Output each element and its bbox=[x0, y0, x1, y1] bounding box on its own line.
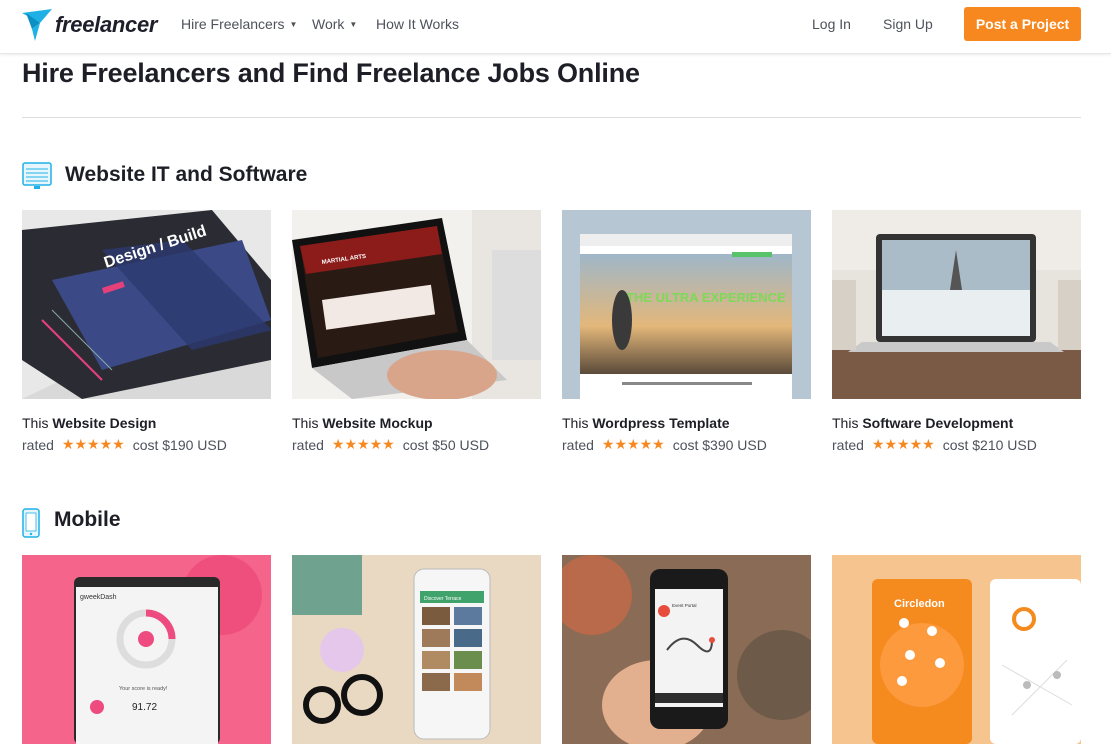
top-navigation-bar: freelancer Hire Freelancers ▼ Work ▼ How… bbox=[0, 0, 1111, 54]
mobile-card-circledon-app[interactable]: Circledon bbox=[832, 555, 1081, 744]
card-thumbnail[interactable]: Event Portal bbox=[562, 555, 811, 744]
nav-work[interactable]: Work ▼ bbox=[312, 0, 357, 48]
project-card-software-development[interactable]: This Software Development rated ★★★★★ co… bbox=[832, 210, 1081, 460]
cost-label: cost $390 USD bbox=[672, 436, 767, 453]
nav-how-it-works-label: How It Works bbox=[376, 16, 459, 32]
mobile-card-score-app[interactable]: gweekDash Your score is ready! 91.72 bbox=[22, 555, 271, 744]
login-link[interactable]: Log In bbox=[812, 0, 851, 48]
rated-label: rated bbox=[292, 436, 324, 453]
freelancer-bird-icon bbox=[22, 9, 52, 41]
caret-down-icon: ▼ bbox=[349, 19, 358, 29]
caption-prefix: This bbox=[22, 415, 49, 431]
thumb-score-value: 91.72 bbox=[132, 702, 157, 713]
card-thumbnail[interactable]: THE ULTRA EXPERIENCE bbox=[562, 210, 811, 399]
thumb-app-name: gweekDash bbox=[80, 594, 117, 601]
card-rating-row: rated ★★★★★ cost $50 USD bbox=[292, 436, 489, 453]
cost-label: cost $50 USD bbox=[402, 436, 490, 453]
signup-link[interactable]: Sign Up bbox=[883, 0, 933, 48]
cost-label: cost $210 USD bbox=[942, 436, 1037, 453]
card-caption: This Website Design bbox=[22, 415, 156, 431]
page-title: Hire Freelancers and Find Freelance Jobs… bbox=[22, 58, 640, 88]
thumb-map-title: Event Portal bbox=[672, 603, 697, 608]
card-thumbnail[interactable]: gweekDash Your score is ready! 91.72 bbox=[22, 555, 271, 744]
nav-work-label: Work bbox=[312, 16, 345, 32]
project-name[interactable]: Website Design bbox=[52, 415, 156, 431]
thumb-wordpress-text: THE ULTRA EXPERIENCE bbox=[626, 290, 786, 305]
thumb-travel-title: Discover Terrace bbox=[424, 596, 462, 602]
signup-label: Sign Up bbox=[883, 16, 933, 32]
project-card-website-mockup[interactable]: MARTIAL ARTS This Website Mockup rated ★… bbox=[292, 210, 541, 460]
card-caption: This Software Development bbox=[832, 415, 1013, 431]
card-thumbnail[interactable]: Design / Build bbox=[22, 210, 271, 399]
post-project-button[interactable]: Post a Project bbox=[964, 7, 1081, 41]
star-rating-icon: ★★★★★ bbox=[871, 436, 935, 452]
thumb-circledon-title: Circledon bbox=[894, 598, 945, 610]
card-rating-row: rated ★★★★★ cost $210 USD bbox=[832, 436, 1037, 453]
project-card-website-design[interactable]: Design / Build This Website Design rated… bbox=[22, 210, 271, 460]
smartphone-icon bbox=[22, 508, 40, 538]
card-rating-row: rated ★★★★★ cost $390 USD bbox=[562, 436, 767, 453]
section-title-website-it: Website IT and Software bbox=[65, 163, 308, 186]
caption-prefix: This bbox=[562, 415, 589, 431]
star-rating-icon: ★★★★★ bbox=[61, 436, 125, 452]
rated-label: rated bbox=[22, 436, 54, 453]
login-label: Log In bbox=[812, 16, 851, 32]
project-card-wordpress-template[interactable]: THE ULTRA EXPERIENCE This Wordpress Temp… bbox=[562, 210, 811, 460]
card-caption: This Wordpress Template bbox=[562, 415, 730, 431]
card-thumbnail[interactable] bbox=[832, 210, 1081, 399]
project-name[interactable]: Software Development bbox=[862, 415, 1013, 431]
cost-label: cost $190 USD bbox=[132, 436, 227, 453]
thumb-score-label: Your score is ready! bbox=[119, 686, 168, 692]
mobile-card-map-app[interactable]: Event Portal bbox=[562, 555, 811, 744]
logo-wordmark: freelancer bbox=[55, 12, 158, 37]
caption-prefix: This bbox=[832, 415, 859, 431]
caption-prefix: This bbox=[292, 415, 319, 431]
card-thumbnail[interactable]: MARTIAL ARTS bbox=[292, 210, 541, 399]
nav-how-it-works[interactable]: How It Works bbox=[376, 0, 459, 48]
card-thumbnail[interactable]: Discover Terrace bbox=[292, 555, 541, 744]
card-thumbnail[interactable]: Circledon bbox=[832, 555, 1081, 744]
star-rating-icon: ★★★★★ bbox=[601, 436, 665, 452]
monitor-icon bbox=[22, 162, 52, 189]
rated-label: rated bbox=[562, 436, 594, 453]
star-rating-icon: ★★★★★ bbox=[331, 436, 395, 452]
mobile-card-travel-app[interactable]: Discover Terrace bbox=[292, 555, 541, 744]
project-name[interactable]: Website Mockup bbox=[322, 415, 432, 431]
card-caption: This Website Mockup bbox=[292, 415, 433, 431]
rated-label: rated bbox=[832, 436, 864, 453]
project-name[interactable]: Wordpress Template bbox=[592, 415, 729, 431]
nav-hire-freelancers-label: Hire Freelancers bbox=[181, 16, 285, 32]
caret-down-icon: ▼ bbox=[289, 19, 298, 29]
divider bbox=[22, 117, 1081, 118]
nav-hire-freelancers[interactable]: Hire Freelancers ▼ bbox=[181, 0, 297, 48]
section-title-mobile: Mobile bbox=[54, 508, 121, 531]
freelancer-logo[interactable]: freelancer bbox=[22, 8, 157, 42]
card-rating-row: rated ★★★★★ cost $190 USD bbox=[22, 436, 227, 453]
